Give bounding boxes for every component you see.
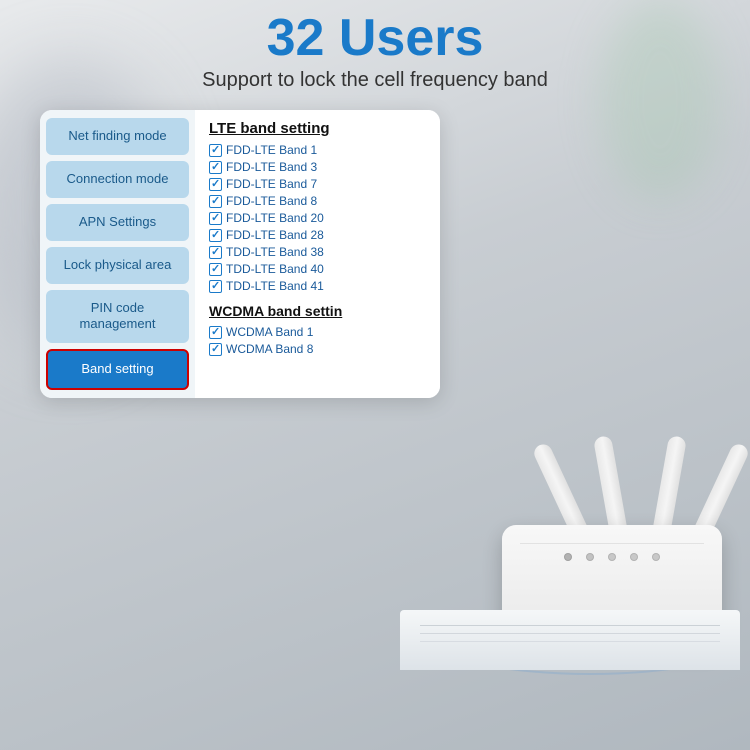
list-item: FDD-LTE Band 1 [209, 143, 426, 157]
header: 32 Users Support to lock the cell freque… [0, 10, 750, 92]
list-item: FDD-LTE Band 7 [209, 177, 426, 191]
list-item: FDD-LTE Band 3 [209, 160, 426, 174]
checkbox-tdd38[interactable] [209, 246, 222, 259]
led-power [564, 553, 572, 561]
checkbox-fdd20[interactable] [209, 212, 222, 225]
checkbox-wcdma1[interactable] [209, 326, 222, 339]
checkbox-fdd7[interactable] [209, 178, 222, 191]
leds-container [564, 553, 660, 561]
list-item: FDD-LTE Band 20 [209, 211, 426, 225]
checkbox-tdd41[interactable] [209, 280, 222, 293]
sidebar-item-net-finding-mode[interactable]: Net finding mode [46, 118, 189, 155]
lte-section-title: LTE band setting [209, 120, 426, 137]
sidebar-menu: Net finding mode Connection mode APN Set… [40, 110, 195, 398]
table-surface [400, 610, 740, 670]
lte-band-list: FDD-LTE Band 1 FDD-LTE Band 3 FDD-LTE Ba… [209, 143, 426, 293]
checkbox-fdd8[interactable] [209, 195, 222, 208]
list-item: TDD-LTE Band 41 [209, 279, 426, 293]
list-item: TDD-LTE Band 40 [209, 262, 426, 276]
checkbox-wcdma8[interactable] [209, 343, 222, 356]
sidebar-item-apn-settings[interactable]: APN Settings [46, 204, 189, 241]
checkbox-fdd1[interactable] [209, 144, 222, 157]
list-item: WCDMA Band 1 [209, 325, 426, 339]
sidebar-item-band-setting[interactable]: Band setting [46, 349, 189, 390]
list-item: FDD-LTE Band 8 [209, 194, 426, 208]
checkbox-tdd40[interactable] [209, 263, 222, 276]
checkbox-fdd28[interactable] [209, 229, 222, 242]
wcdma-section-title: WCDMA band settin [209, 303, 426, 319]
led-wifi [586, 553, 594, 561]
led-3 [608, 553, 616, 561]
page-subtitle: Support to lock the cell frequency band [0, 69, 750, 92]
list-item: TDD-LTE Band 38 [209, 245, 426, 259]
sidebar-item-lock-physical-area[interactable]: Lock physical area [46, 247, 189, 284]
list-item: FDD-LTE Band 28 [209, 228, 426, 242]
page-title: 32 Users [0, 10, 750, 67]
router-area: 4Glte VoLTE 300Mbps [380, 350, 750, 730]
sidebar-item-connection-mode[interactable]: Connection mode [46, 161, 189, 198]
led-4 [630, 553, 638, 561]
checkbox-fdd3[interactable] [209, 161, 222, 174]
sidebar-item-pin-code-management[interactable]: PIN code management [46, 290, 189, 344]
led-5 [652, 553, 660, 561]
